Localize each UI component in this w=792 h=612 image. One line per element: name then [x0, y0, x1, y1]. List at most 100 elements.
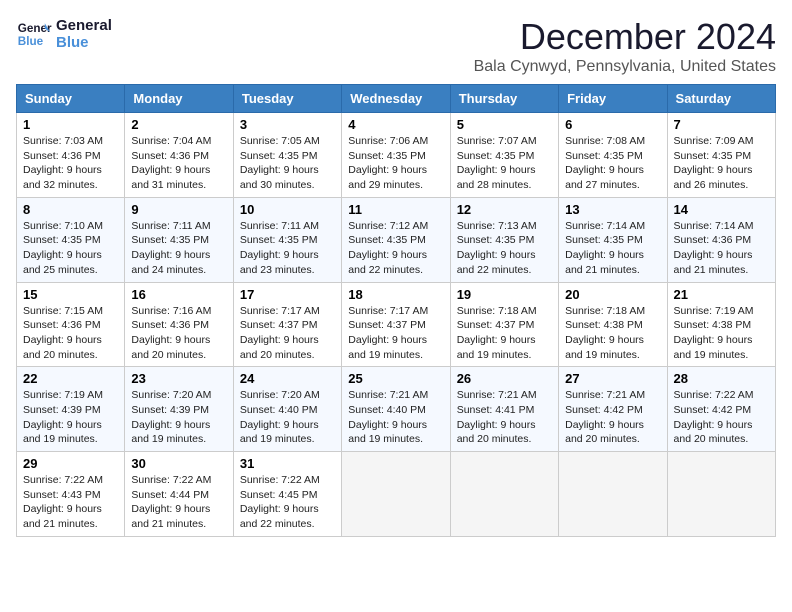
day-info: Sunrise: 7:11 AMSunset: 4:35 PMDaylight:…: [240, 219, 335, 278]
day-number: 2: [131, 117, 226, 132]
day-info: Sunrise: 7:16 AMSunset: 4:36 PMDaylight:…: [131, 304, 226, 363]
day-info: Sunrise: 7:05 AMSunset: 4:35 PMDaylight:…: [240, 134, 335, 193]
day-info: Sunrise: 7:04 AMSunset: 4:36 PMDaylight:…: [131, 134, 226, 193]
day-number: 10: [240, 202, 335, 217]
calendar-subtitle: Bala Cynwyd, Pennsylvania, United States: [474, 58, 776, 76]
day-info: Sunrise: 7:14 AMSunset: 4:36 PMDaylight:…: [674, 219, 769, 278]
day-info: Sunrise: 7:06 AMSunset: 4:35 PMDaylight:…: [348, 134, 443, 193]
day-number: 25: [348, 371, 443, 386]
day-number: 1: [23, 117, 118, 132]
day-info: Sunrise: 7:19 AMSunset: 4:39 PMDaylight:…: [23, 388, 118, 447]
day-info: Sunrise: 7:22 AMSunset: 4:43 PMDaylight:…: [23, 473, 118, 532]
day-number: 12: [457, 202, 552, 217]
day-info: Sunrise: 7:21 AMSunset: 4:40 PMDaylight:…: [348, 388, 443, 447]
day-number: 6: [565, 117, 660, 132]
day-number: 13: [565, 202, 660, 217]
day-info: Sunrise: 7:19 AMSunset: 4:38 PMDaylight:…: [674, 304, 769, 363]
day-info: Sunrise: 7:17 AMSunset: 4:37 PMDaylight:…: [348, 304, 443, 363]
col-header-friday: Friday: [559, 85, 667, 113]
calendar-cell: 29Sunrise: 7:22 AMSunset: 4:43 PMDayligh…: [17, 452, 125, 537]
calendar-cell: [342, 452, 450, 537]
calendar-cell: 15Sunrise: 7:15 AMSunset: 4:36 PMDayligh…: [17, 282, 125, 367]
day-number: 19: [457, 287, 552, 302]
day-number: 28: [674, 371, 769, 386]
calendar-cell: 10 Sunrise: 7:11 AMSunset: 4:35 PMDayligh…: [233, 197, 341, 282]
day-info: Sunrise: 7:03 AMSunset: 4:36 PMDaylight:…: [23, 134, 118, 193]
day-info: Sunrise: 7:13 AMSunset: 4:35 PMDaylight:…: [457, 219, 552, 278]
calendar-cell: 23Sunrise: 7:20 AMSunset: 4:39 PMDayligh…: [125, 367, 233, 452]
calendar-cell: 5Sunrise: 7:07 AMSunset: 4:35 PMDaylight…: [450, 113, 558, 198]
day-number: 31: [240, 456, 335, 471]
calendar-cell: [450, 452, 558, 537]
day-number: 17: [240, 287, 335, 302]
day-info: Sunrise: 7:12 AMSunset: 4:35 PMDaylight:…: [348, 219, 443, 278]
col-header-sunday: Sunday: [17, 85, 125, 113]
day-info: Sunrise: 7:09 AMSunset: 4:35 PMDaylight:…: [674, 134, 769, 193]
day-info: Sunrise: 7:22 AMSunset: 4:42 PMDaylight:…: [674, 388, 769, 447]
svg-text:Blue: Blue: [18, 35, 44, 48]
day-number: 9: [131, 202, 226, 217]
day-info: Sunrise: 7:18 AMSunset: 4:38 PMDaylight:…: [565, 304, 660, 363]
calendar-cell: [667, 452, 775, 537]
day-number: 14: [674, 202, 769, 217]
calendar-cell: 9 Sunrise: 7:11 AMSunset: 4:35 PMDaylight…: [125, 197, 233, 282]
calendar-cell: 2 Sunrise: 7:04 AMSunset: 4:36 PMDaylight…: [125, 113, 233, 198]
day-number: 8: [23, 202, 118, 217]
day-info: Sunrise: 7:22 AMSunset: 4:45 PMDaylight:…: [240, 473, 335, 532]
logo-text-blue: Blue: [56, 34, 112, 51]
day-info: Sunrise: 7:20 AMSunset: 4:40 PMDaylight:…: [240, 388, 335, 447]
calendar-cell: 7 Sunrise: 7:09 AMSunset: 4:35 PMDaylight…: [667, 113, 775, 198]
calendar-cell: 3Sunrise: 7:05 AMSunset: 4:35 PMDaylight…: [233, 113, 341, 198]
calendar-cell: 22 Sunrise: 7:19 AMSunset: 4:39 PMDayligh…: [17, 367, 125, 452]
title-block: December 2024 Bala Cynwyd, Pennsylvania,…: [474, 16, 776, 76]
logo-icon: General Blue: [16, 16, 52, 52]
logo: General Blue General Blue: [16, 16, 112, 52]
calendar-cell: 31 Sunrise: 7:22 AMSunset: 4:45 PMDayligh…: [233, 452, 341, 537]
day-info: Sunrise: 7:08 AMSunset: 4:35 PMDaylight:…: [565, 134, 660, 193]
day-info: Sunrise: 7:15 AMSunset: 4:36 PMDaylight:…: [23, 304, 118, 363]
day-info: Sunrise: 7:14 AMSunset: 4:35 PMDaylight:…: [565, 219, 660, 278]
calendar-cell: 20Sunrise: 7:18 AMSunset: 4:38 PMDayligh…: [559, 282, 667, 367]
day-info: Sunrise: 7:22 AMSunset: 4:44 PMDaylight:…: [131, 473, 226, 532]
calendar-cell: 19 Sunrise: 7:18 AMSunset: 4:37 PMDayligh…: [450, 282, 558, 367]
day-info: Sunrise: 7:11 AMSunset: 4:35 PMDaylight:…: [131, 219, 226, 278]
day-number: 4: [348, 117, 443, 132]
day-number: 16: [131, 287, 226, 302]
page-header: General Blue General Blue December 2024 …: [16, 16, 776, 76]
calendar-cell: 30 Sunrise: 7:22 AMSunset: 4:44 PMDayligh…: [125, 452, 233, 537]
calendar-table: SundayMondayTuesdayWednesdayThursdayFrid…: [16, 84, 776, 537]
calendar-cell: 21 Sunrise: 7:19 AMSunset: 4:38 PMDayligh…: [667, 282, 775, 367]
calendar-cell: [559, 452, 667, 537]
day-number: 22: [23, 371, 118, 386]
calendar-cell: 13 Sunrise: 7:14 AMSunset: 4:35 PMDayligh…: [559, 197, 667, 282]
calendar-cell: 8 Sunrise: 7:10 AMSunset: 4:35 PMDaylight…: [17, 197, 125, 282]
day-info: Sunrise: 7:10 AMSunset: 4:35 PMDaylight:…: [23, 219, 118, 278]
calendar-cell: 11 Sunrise: 7:12 AMSunset: 4:35 PMDayligh…: [342, 197, 450, 282]
calendar-cell: 16 Sunrise: 7:16 AMSunset: 4:36 PMDayligh…: [125, 282, 233, 367]
col-header-saturday: Saturday: [667, 85, 775, 113]
day-number: 7: [674, 117, 769, 132]
calendar-cell: 17 Sunrise: 7:17 AMSunset: 4:37 PMDayligh…: [233, 282, 341, 367]
calendar-cell: 12 Sunrise: 7:13 AMSunset: 4:35 PMDayligh…: [450, 197, 558, 282]
day-info: Sunrise: 7:17 AMSunset: 4:37 PMDaylight:…: [240, 304, 335, 363]
calendar-cell: 18 Sunrise: 7:17 AMSunset: 4:37 PMDayligh…: [342, 282, 450, 367]
col-header-wednesday: Wednesday: [342, 85, 450, 113]
calendar-cell: 25 Sunrise: 7:21 AMSunset: 4:40 PMDayligh…: [342, 367, 450, 452]
day-number: 11: [348, 202, 443, 217]
day-info: Sunrise: 7:18 AMSunset: 4:37 PMDaylight:…: [457, 304, 552, 363]
calendar-cell: 14 Sunrise: 7:14 AMSunset: 4:36 PMDayligh…: [667, 197, 775, 282]
calendar-cell: 1 Sunrise: 7:03 AMSunset: 4:36 PMDaylight…: [17, 113, 125, 198]
day-number: 30: [131, 456, 226, 471]
day-number: 26: [457, 371, 552, 386]
calendar-cell: 28 Sunrise: 7:22 AMSunset: 4:42 PMDayligh…: [667, 367, 775, 452]
calendar-cell: 4 Sunrise: 7:06 AMSunset: 4:35 PMDaylight…: [342, 113, 450, 198]
day-number: 24: [240, 371, 335, 386]
calendar-cell: 24 Sunrise: 7:20 AMSunset: 4:40 PMDayligh…: [233, 367, 341, 452]
calendar-title: December 2024: [474, 16, 776, 58]
day-info: Sunrise: 7:07 AMSunset: 4:35 PMDaylight:…: [457, 134, 552, 193]
logo-text-general: General: [56, 17, 112, 34]
day-number: 18: [348, 287, 443, 302]
day-info: Sunrise: 7:20 AMSunset: 4:39 PMDaylight:…: [131, 388, 226, 447]
calendar-cell: 6 Sunrise: 7:08 AMSunset: 4:35 PMDaylight…: [559, 113, 667, 198]
day-number: 21: [674, 287, 769, 302]
